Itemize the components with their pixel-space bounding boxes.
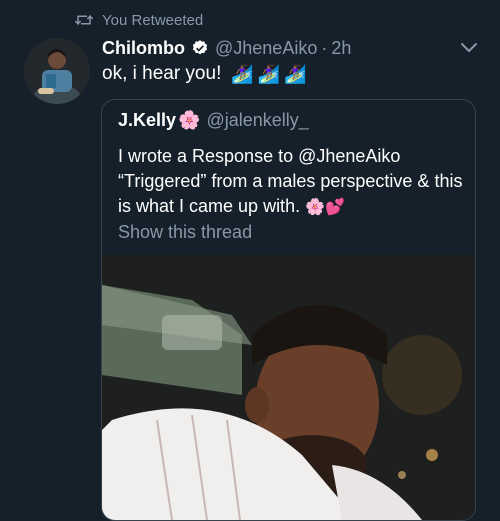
avatar[interactable] [24,38,90,104]
surfer-emoji: 🏄🏾‍♀️ [231,63,254,84]
author-handle[interactable]: @JheneAiko [215,38,317,59]
quoted-author-handle[interactable]: @jalenkelly_ [206,110,308,131]
surfer-emoji-group: 🏄🏾‍♀️ 🏄🏾‍♀️ 🏄🏾‍♀️ [231,64,310,85]
avatar-image [24,38,90,104]
video-frame-image [102,255,475,520]
quoted-tweet-body: I wrote a Response to @JheneAiko “Trigge… [118,146,463,216]
tweet-body: ok, i hear you! [102,63,222,84]
retweet-icon [75,14,93,26]
quoted-tweet[interactable]: J.Kelly 🌸 @jalenkelly_ I wrote a Respons… [101,99,476,521]
quoted-media-video[interactable] [102,255,475,520]
tweet-header: Chilombo @JheneAiko · 2h [102,35,480,61]
surfer-emoji: 🏄🏾‍♀️ [284,63,307,84]
surfer-emoji: 🏄🏾‍♀️ [257,63,281,84]
tweet-time[interactable]: 2h [331,38,351,59]
chevron-down-icon[interactable] [460,42,478,54]
tweet-text: ok, i hear you! 🏄🏾‍♀️ 🏄🏾‍♀️ 🏄🏾‍♀️ [102,63,311,85]
verified-badge-icon [192,40,208,55]
retweet-indicator: You Retweeted [75,9,203,31]
quoted-tweet-header: J.Kelly 🌸 @jalenkelly_ [118,110,309,131]
quoted-author-name[interactable]: J.Kelly [118,110,176,131]
blossom-emoji: 🌸 [178,110,201,130]
separator: · [321,37,328,58]
blossom-heart-emoji: 🌸💕 [305,199,345,216]
retweet-label: You Retweeted [102,11,204,29]
author-name[interactable]: Chilombo [102,38,185,59]
quoted-tweet-text: I wrote a Response to @JheneAiko “Trigge… [118,144,463,220]
show-thread-link[interactable]: Show this thread [118,222,252,243]
